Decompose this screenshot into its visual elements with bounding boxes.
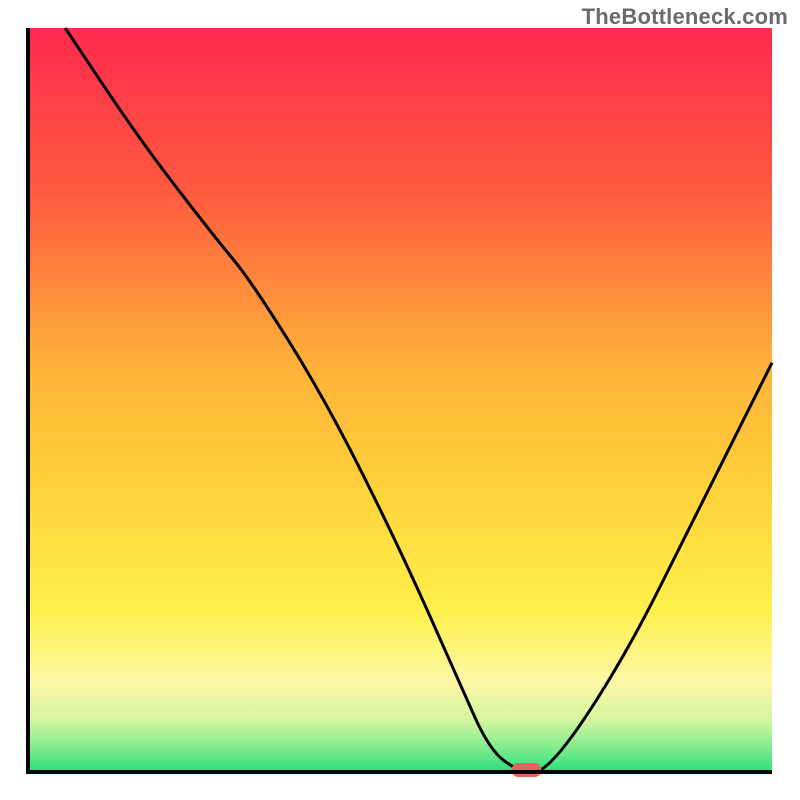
bottleneck-chart [0,0,800,800]
watermark-label: TheBottleneck.com [582,4,788,30]
chart-stage: TheBottleneck.com [0,0,800,800]
